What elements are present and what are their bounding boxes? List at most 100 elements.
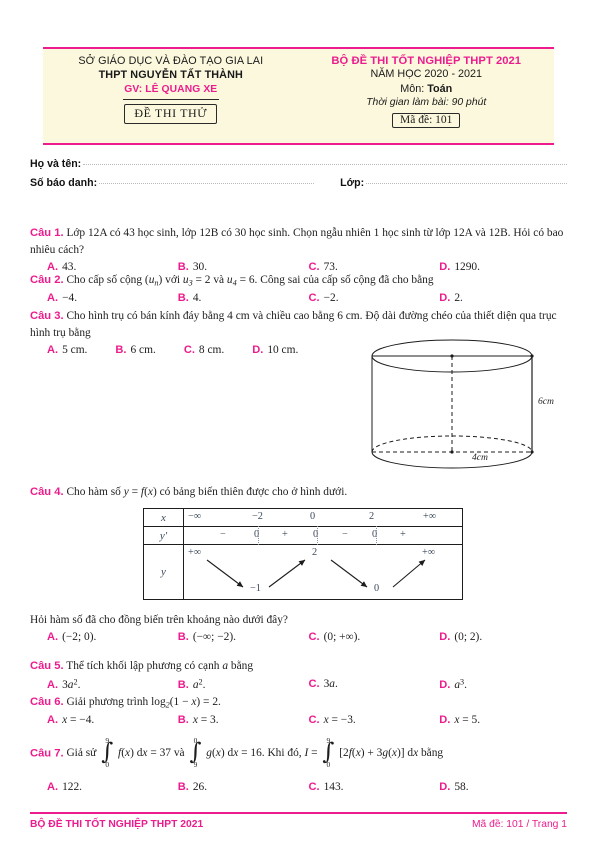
choice-c[interactable]: C. 143. [309, 779, 440, 796]
exam-page: SỞ GIÁO DỤC VÀ ĐÀO TẠO GIA LAI THPT NGUY… [0, 0, 597, 843]
choice-b[interactable]: B. (−∞; −2). [178, 629, 309, 646]
choice-c[interactable]: C. 3a. [309, 676, 440, 693]
choice-d[interactable]: D. 58. [439, 779, 570, 796]
integral-icon: 9 ∫ 0 [322, 736, 335, 769]
footer-right-text: Mã đề: 101 / Trang 1 [471, 819, 567, 830]
choice-c-key: C. [308, 781, 320, 794]
student-name-label: Họ và tên: [30, 158, 82, 170]
variation-row-x-header: x [144, 509, 184, 526]
student-sbd-row: Số báo danh: Lớp: [30, 177, 567, 189]
variation-row-yprime-header: y' [144, 527, 184, 544]
choice-a-value: −4. [62, 291, 78, 304]
choice-c[interactable]: C. 8 cm. [184, 342, 224, 359]
choice-c-value: 8 cm. [198, 344, 225, 357]
choice-c-key: C. [308, 713, 320, 726]
question-1: Câu 1. Lớp 12A có 43 học sinh, lớp 12B c… [30, 225, 570, 276]
choice-b-value: a2. [192, 676, 206, 691]
question-5-choices: A. 3a2. B. a2. C. 3a. D. a3. [30, 676, 570, 693]
choice-a-key: A. [47, 344, 59, 357]
choice-d[interactable]: D. (0; 2). [439, 629, 570, 646]
variation-arrows-svg [206, 559, 426, 588]
variation-row-y-cells: +∞ −1 2 0 +∞ [184, 545, 462, 599]
student-identity-block: Họ và tên: Số báo danh: Lớp: [30, 158, 567, 196]
choice-d-key: D. [439, 781, 451, 794]
variation-row-yprime-cells: − 0 + 0 − 0 + [184, 526, 462, 545]
choice-c[interactable]: C. x = −3. [309, 712, 440, 729]
question-6-body: Giải phương trình log2(1 − x) = 2. [66, 696, 221, 710]
question-1-body: Lớp 12A có 43 học sinh, lớp 12B có 30 họ… [30, 227, 564, 256]
choice-c-key: C. [308, 677, 320, 690]
question-4-prompt: Hỏi hàm số đã cho đồng biến trên khoảng … [30, 614, 288, 626]
choice-a[interactable]: A. 5 cm. [47, 342, 87, 359]
yprime-sign-6: + [400, 529, 406, 540]
choice-c[interactable]: C. −2. [309, 290, 440, 307]
choice-a[interactable]: A. −4. [47, 290, 178, 307]
choice-a-value: (−2; 0). [62, 631, 97, 644]
question-5-body: Thể tích khối lập phương có cạnh a bằng [66, 660, 254, 672]
choice-c-value: 143. [323, 781, 344, 794]
x-value-4: +∞ [423, 511, 437, 522]
question-4-text: Câu 4. Cho hàm số y = f(x) có bảng biến … [30, 484, 570, 501]
choice-a-value: 3a2. [62, 676, 81, 691]
question-5-label: Câu 5. [30, 660, 64, 672]
choice-a-key: A. [47, 291, 59, 304]
choice-c-key: C. [183, 344, 195, 357]
question-4: Câu 4. Cho hàm số y = f(x) có bảng biến … [30, 484, 570, 501]
choice-d-key: D. [252, 344, 264, 357]
choice-a-value: x = −4. [62, 713, 95, 726]
choice-d[interactable]: D. x = 5. [439, 712, 570, 729]
choice-b[interactable]: B. 26. [178, 779, 309, 796]
question-4-tail: Hỏi hàm số đã cho đồng biến trên khoảng … [30, 612, 570, 646]
choice-b-value: (−∞; −2). [192, 631, 236, 644]
variation-table: x −∞ −2 0 2 +∞ y' − 0 + 0 − 0 + y +∞ −1 … [143, 508, 463, 600]
choice-b[interactable]: B. a2. [178, 676, 309, 693]
choice-c-value: 3a. [323, 677, 338, 690]
variation-row-y: y +∞ −1 2 0 +∞ [144, 544, 462, 599]
choice-b-value: 26. [192, 781, 208, 794]
x-value-2: 0 [310, 511, 316, 522]
question-7-label: Câu 7. [30, 747, 64, 760]
question-2-body: Cho cấp số cộng (un) với u3 = 2 và u4 = … [66, 274, 434, 288]
yprime-sign-0: − [220, 529, 226, 540]
integral-icon: 9 ∫ 0 [101, 736, 114, 769]
choice-a[interactable]: A. 122. [47, 779, 178, 796]
choice-a[interactable]: A. (−2; 0). [47, 629, 178, 646]
student-name-input[interactable] [83, 156, 567, 165]
choice-b[interactable]: B. 4. [178, 290, 309, 307]
choice-a[interactable]: A. 3a2. [47, 676, 178, 693]
student-class-input[interactable] [366, 175, 567, 184]
choice-b-key: B. [177, 291, 189, 304]
question-7-body: Giả sử 9 ∫ 0 f(x) dx = 37 và 0 ∫ 9 g(x) dx =… [66, 736, 444, 769]
footer-left-text: BỘ ĐỀ THI TỐT NGHIỆP THPT 2021 [30, 819, 204, 830]
student-sbd-label: Số báo danh: [30, 177, 98, 189]
question-7: Câu 7. Giả sử 9 ∫ 0 f(x) dx = 37 và 0 ∫ 9 g(… [30, 736, 570, 796]
choice-c-value: (0; +∞). [323, 631, 361, 644]
choice-c[interactable]: C. (0; +∞). [309, 629, 440, 646]
question-5: Câu 5. Thể tích khối lập phương có cạnh … [30, 658, 570, 693]
question-6-text: Câu 6. Giải phương trình log2(1 − x) = 2… [30, 694, 570, 711]
header-left-column: SỞ GIÁO DỤC VÀ ĐÀO TẠO GIA LAI THPT NGUY… [43, 49, 299, 143]
choice-a-key: A. [47, 781, 59, 794]
choice-d[interactable]: D. 10 cm. [252, 342, 298, 359]
choice-a-key: A. [47, 678, 59, 691]
yprime-sign-4: − [342, 529, 348, 540]
exam-duration: Thời gian làm bài: 90 phút [366, 97, 487, 109]
school-department: SỞ GIÁO DỤC VÀ ĐÀO TẠO GIA LAI [78, 55, 264, 67]
choice-d-value: a3. [454, 676, 467, 691]
choice-d-value: (0; 2). [454, 631, 483, 644]
page-footer: BỘ ĐỀ THI TỐT NGHIỆP THPT 2021 Mã đề: 10… [30, 812, 567, 830]
question-4-choices: A. (−2; 0). B. (−∞; −2). C. (0; +∞). D. (0; … [30, 629, 570, 646]
question-3-text: Câu 3. Cho hình trụ có bán kính đáy bằng… [30, 308, 570, 341]
choice-b[interactable]: B. 6 cm. [115, 342, 155, 359]
choice-a[interactable]: A. x = −4. [47, 712, 178, 729]
choice-d[interactable]: D. 2. [439, 290, 570, 307]
choice-d-key: D. [439, 678, 451, 691]
choice-a-value: 122. [62, 781, 83, 794]
cylinder-height-label: 6cm [538, 396, 554, 407]
choice-d-key: D. [439, 713, 451, 726]
teacher-name: GV: LÊ QUANG XE [124, 83, 218, 95]
choice-b-key: B. [177, 678, 189, 691]
choice-b[interactable]: B. x = 3. [178, 712, 309, 729]
student-sbd-input[interactable] [99, 175, 315, 184]
choice-d[interactable]: D. a3. [439, 676, 570, 693]
